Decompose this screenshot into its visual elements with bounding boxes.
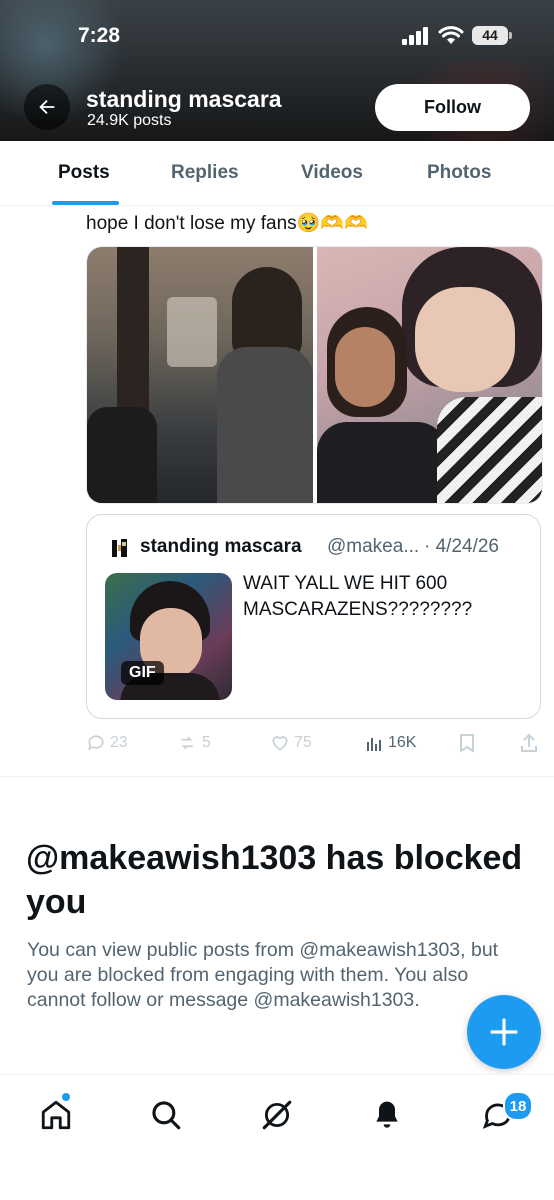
post-count: 24.9K posts — [87, 112, 172, 129]
repost-count: 5 — [202, 734, 211, 751]
gif-badge: GIF — [121, 661, 164, 685]
battery-icon: 44 — [472, 26, 512, 45]
tab-replies[interactable]: Replies — [171, 141, 239, 205]
messages-badge: 18 — [503, 1091, 533, 1121]
share-icon — [521, 733, 537, 752]
blocked-description: You can view public posts from @makeawis… — [27, 939, 499, 1011]
grok-icon — [262, 1100, 292, 1130]
reply-icon — [88, 735, 104, 751]
plus-icon — [490, 1018, 518, 1046]
tab-posts[interactable]: Posts — [58, 141, 110, 205]
repost-icon — [181, 736, 193, 750]
quote-author-name: standing mascara — [140, 536, 302, 557]
post-photo-2[interactable] — [317, 247, 542, 503]
post-actions: 23 5 75 16K — [86, 728, 541, 758]
nav-notifications[interactable] — [367, 1095, 407, 1135]
quote-author-handle: @makea... — [327, 536, 420, 557]
bookmark-button[interactable] — [458, 728, 476, 758]
quote-date: · 4/24/26 — [424, 536, 499, 557]
post-media[interactable] — [86, 246, 543, 504]
blocked-title: @makeawish1303 has blocked you — [26, 839, 523, 921]
reply-count: 23 — [110, 734, 128, 751]
bookmark-icon — [460, 734, 474, 753]
views-button[interactable]: 16K — [366, 728, 416, 758]
divider — [0, 776, 554, 777]
quote-avatar — [109, 537, 131, 559]
profile-name: standing mascara — [86, 86, 282, 112]
post-text: hope I don't lose my fans🥹🫶🫶 — [86, 213, 368, 234]
status-icons: 44 — [402, 26, 512, 45]
home-icon — [41, 1100, 71, 1130]
tab-photos[interactable]: Photos — [427, 141, 491, 205]
tab-videos[interactable]: Videos — [301, 141, 363, 205]
bell-icon — [376, 1101, 398, 1128]
quote-text: WAIT YALL WE HIT 600 MASCARAZENS???????? — [243, 573, 473, 620]
nav-grok[interactable] — [257, 1095, 297, 1135]
share-button[interactable] — [520, 728, 538, 758]
bottom-nav: 18 — [0, 1074, 554, 1200]
quote-gif-thumbnail[interactable]: GIF — [105, 573, 232, 700]
nav-search[interactable] — [146, 1095, 186, 1135]
quoted-post[interactable]: standing mascara @makea... · 4/24/26 GIF… — [86, 514, 541, 719]
like-button[interactable]: 75 — [270, 728, 312, 758]
views-icon — [367, 738, 381, 751]
like-count: 75 — [294, 734, 312, 751]
signal-icon — [402, 26, 428, 45]
wifi-icon — [438, 26, 464, 44]
profile-header: 7:28 44 standing mascara 24.9K posts Fol… — [0, 0, 554, 141]
post-photo-1[interactable] — [87, 247, 313, 503]
view-count: 16K — [388, 734, 417, 751]
search-icon — [152, 1101, 181, 1130]
reply-button[interactable]: 23 — [86, 728, 128, 758]
back-button[interactable] — [24, 84, 70, 130]
repost-button[interactable]: 5 — [176, 728, 211, 758]
heart-icon — [272, 736, 288, 751]
follow-button[interactable]: Follow — [375, 84, 530, 131]
profile-tabs: Posts Replies Videos Photos — [0, 141, 554, 206]
compose-button[interactable] — [467, 995, 541, 1069]
nav-home[interactable] — [36, 1095, 76, 1135]
arrow-left-icon — [39, 99, 55, 115]
active-tab-indicator — [52, 201, 119, 205]
home-notification-dot — [62, 1093, 70, 1101]
status-time: 7:28 — [78, 24, 121, 47]
